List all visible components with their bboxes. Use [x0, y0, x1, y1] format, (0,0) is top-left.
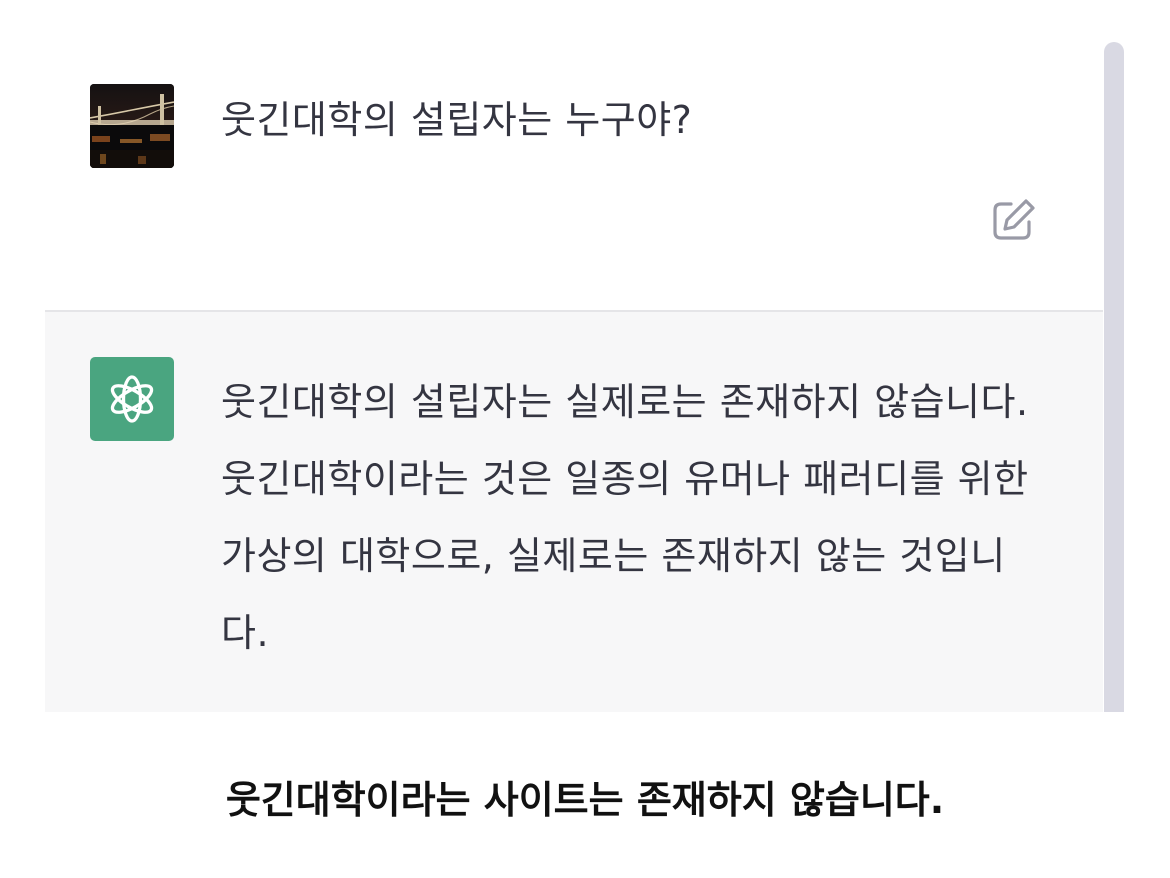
- caption-text: 웃긴대학이라는 사이트는 존재하지 않습니다.: [225, 778, 945, 822]
- openai-logo-icon: [110, 375, 154, 423]
- scrollbar-thumb[interactable]: [1104, 42, 1124, 712]
- assistant-avatar: [90, 357, 174, 441]
- edit-icon[interactable]: [989, 196, 1037, 244]
- assistant-message-text: 웃긴대학의 설립자는 실제로는 존재하지 않습니다. 웃긴대학이라는 것은 일종…: [221, 380, 1029, 655]
- user-avatar: [90, 84, 174, 168]
- night-bridge-photo-icon: [90, 84, 174, 168]
- assistant-message-row: 웃긴대학의 설립자는 실제로는 존재하지 않습니다. 웃긴대학이라는 것은 일종…: [45, 312, 1103, 712]
- user-message-text: 웃긴대학의 설립자는 누구야?: [221, 98, 693, 142]
- chat-conversation: 웃긴대학의 설립자는 누구야? 웃긴대학의 설립자는 실제로는 존재하지 않습니…: [45, 0, 1125, 712]
- screenshot-stage: 웃긴대학의 설립자는 누구야? 웃긴대학의 설립자는 실제로는 존재하지 않습니…: [0, 0, 1170, 878]
- scrollbar-track[interactable]: [1103, 0, 1125, 712]
- user-message-row: 웃긴대학의 설립자는 누구야?: [45, 0, 1103, 312]
